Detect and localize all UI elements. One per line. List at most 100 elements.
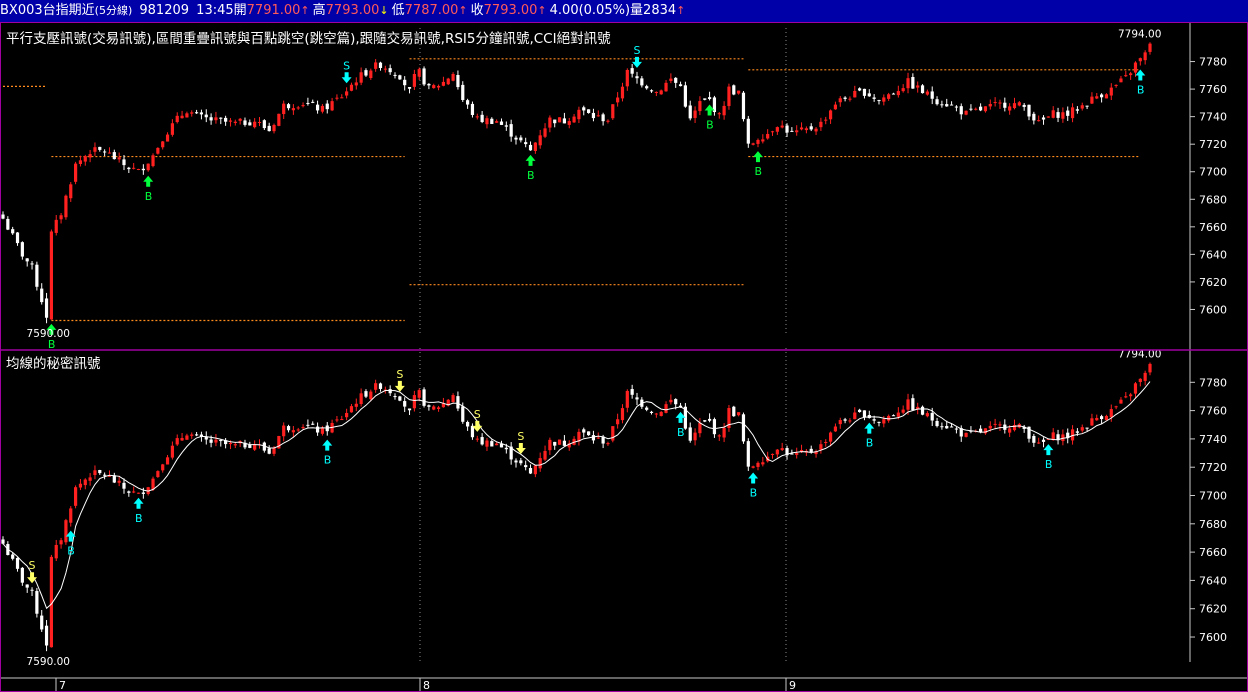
candle-body	[1100, 94, 1104, 98]
candle-body	[649, 411, 654, 413]
candle-body	[156, 147, 160, 154]
price-tick-label: 7720	[1199, 138, 1227, 151]
candle-body	[83, 479, 87, 486]
candle-body	[1061, 112, 1065, 119]
candle-body	[620, 86, 625, 99]
candle-body	[925, 91, 929, 95]
candle-body	[359, 393, 363, 405]
candle-body	[1129, 73, 1133, 76]
candle-body	[436, 407, 441, 409]
candle-body	[127, 167, 131, 170]
candle-body	[1, 539, 5, 544]
candle-body	[161, 464, 165, 471]
candle-body	[59, 540, 63, 545]
price-tick-label: 7700	[1199, 166, 1227, 179]
candle-body	[906, 78, 910, 89]
candle-body	[451, 395, 455, 403]
candle-body	[185, 435, 189, 440]
candle-body	[398, 396, 402, 401]
candle-body	[40, 615, 44, 630]
candle-body	[582, 429, 586, 433]
sell-signal-label: S	[343, 59, 350, 72]
candle-body	[248, 444, 252, 448]
candle-body	[775, 449, 779, 455]
candle-body	[538, 458, 542, 469]
candle-body	[625, 390, 629, 408]
candle-body	[44, 625, 49, 646]
candle-body	[1085, 427, 1089, 429]
candle-body	[306, 102, 310, 104]
candle-body	[291, 108, 295, 111]
candle-body	[562, 440, 567, 446]
candle-body	[359, 72, 363, 83]
candle-body	[422, 389, 426, 406]
candle-body	[180, 115, 184, 119]
candle-body	[640, 78, 644, 86]
candle-body	[707, 97, 712, 99]
candle-body	[616, 97, 620, 103]
candle-body	[611, 426, 615, 441]
candle-body	[737, 412, 741, 416]
candle-body	[378, 62, 383, 68]
candle-body	[403, 401, 407, 407]
candle-body	[703, 98, 707, 100]
candle-body	[393, 74, 397, 76]
candle-body	[388, 68, 392, 73]
candle-body	[88, 154, 92, 158]
candle-body	[964, 110, 968, 115]
candle-body	[1041, 439, 1046, 442]
candle-body	[949, 104, 954, 106]
candle-body	[528, 144, 533, 151]
candle-body	[877, 421, 881, 423]
candle-body	[707, 418, 712, 421]
candle-body	[935, 99, 939, 105]
candle-body	[117, 157, 121, 160]
candle-body	[374, 383, 378, 390]
sell-signal-label: S	[633, 44, 640, 57]
candle-body	[645, 407, 649, 410]
buy-signal-label: B	[67, 545, 75, 558]
candle-body	[199, 112, 204, 115]
candle-body	[887, 94, 891, 99]
candle-body	[877, 100, 881, 102]
candle-body	[819, 121, 823, 128]
candle-body	[843, 419, 847, 421]
candle-body	[693, 432, 697, 441]
open-label: 開	[233, 3, 247, 18]
high-label: 高	[312, 3, 326, 18]
candle-body	[165, 457, 170, 465]
candle-body	[514, 460, 518, 463]
candle-body	[548, 117, 552, 128]
candle-body	[809, 448, 813, 453]
candle-body	[54, 544, 58, 559]
candle-body	[253, 121, 257, 128]
candle-body	[1032, 113, 1036, 121]
candle-body	[698, 101, 702, 112]
candle-body	[945, 104, 949, 107]
candle-body	[456, 75, 460, 88]
candle-body	[548, 439, 552, 451]
candle-body	[466, 421, 470, 427]
candle-body	[920, 406, 925, 415]
candle-body	[461, 406, 465, 422]
candle-body	[1124, 75, 1128, 77]
candle-body	[766, 133, 770, 139]
candle-body	[761, 139, 765, 142]
candle-body	[345, 91, 349, 96]
candle-body	[974, 108, 978, 110]
chart-area: B B S B S B B B 7600 7620 7640 7660 7680 7700 7720 7740…	[0, 22, 1248, 692]
candle-body	[427, 83, 431, 86]
candle-body	[504, 125, 508, 127]
candle-body	[1085, 105, 1089, 107]
candle-body	[591, 435, 596, 441]
candle-body	[577, 109, 581, 120]
candle-body	[959, 106, 963, 115]
candle-body	[998, 102, 1002, 104]
price-tick-label: 7660	[1199, 546, 1227, 559]
candle-body	[814, 128, 818, 132]
candle-body	[35, 591, 39, 614]
candle-body	[1148, 43, 1152, 52]
candle-body	[717, 435, 721, 437]
candle-body	[25, 258, 29, 262]
candle-body	[688, 105, 692, 119]
